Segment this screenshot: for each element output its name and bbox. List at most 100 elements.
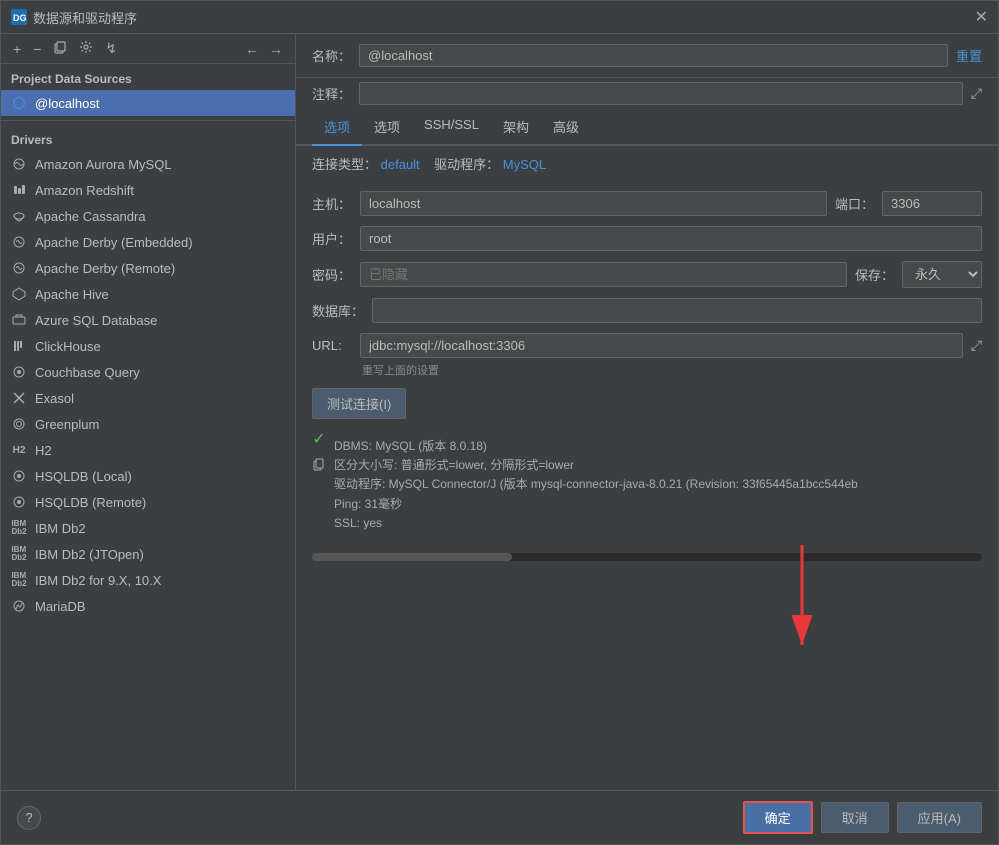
tab-options1[interactable]: 选项 — [312, 109, 362, 146]
url-input[interactable] — [360, 333, 963, 358]
driver-name: Apache Derby (Embedded) — [35, 235, 193, 250]
datasource-item-localhost[interactable]: @localhost — [1, 90, 295, 116]
driver-name: Apache Derby (Remote) — [35, 261, 175, 276]
host-label: 主机： — [312, 194, 352, 213]
driver-name: Apache Cassandra — [35, 209, 146, 224]
driver-item-ibm-db2-jtopen[interactable]: IBMDb2 IBM Db2 (JTOpen) — [1, 541, 295, 567]
tab-schema[interactable]: 架构 — [491, 109, 541, 146]
bottom-bar: ? 确定 取消 应用(A) — [1, 790, 998, 844]
cancel-button[interactable]: 取消 — [821, 802, 889, 833]
apply-button[interactable]: 应用(A) — [897, 802, 982, 833]
apache-derby-embedded-icon — [11, 234, 27, 250]
driver-name: IBM Db2 for 9.X, 10.X — [35, 573, 161, 588]
driver-name: ClickHouse — [35, 339, 101, 354]
connection-type-row: 连接类型： default 驱动程序： MySQL — [296, 146, 998, 181]
tab-advanced[interactable]: 高级 — [541, 109, 591, 146]
driver-item-h2[interactable]: H2 H2 — [1, 437, 295, 463]
amazon-aurora-icon — [11, 156, 27, 172]
driver-item-clickhouse[interactable]: ClickHouse — [1, 333, 295, 359]
apache-cassandra-icon — [11, 208, 27, 224]
title-bar: DG 数据源和驱动程序 ✕ — [1, 1, 998, 34]
note-row: 注释： ⤢ — [296, 78, 998, 109]
db-input[interactable] — [372, 298, 982, 323]
driver-item-exasol[interactable]: Exasol — [1, 385, 295, 411]
driver-name: Couchbase Query — [35, 365, 140, 380]
driver-item-ibm-db2-9x[interactable]: IBMDb2 IBM Db2 for 9.X, 10.X — [1, 567, 295, 593]
dialog-title: 数据源和驱动程序 — [33, 8, 975, 27]
content-area: 主机： 端口： 用户： 密码： 保存： 永久 — [296, 181, 998, 790]
close-button[interactable]: ✕ — [975, 7, 988, 27]
driver-item-apache-derby-embedded[interactable]: Apache Derby (Embedded) — [1, 229, 295, 255]
user-input[interactable] — [360, 226, 982, 251]
copy-button[interactable] — [49, 38, 71, 59]
name-input[interactable] — [359, 44, 948, 67]
driver-item-couchbase[interactable]: Couchbase Query — [1, 359, 295, 385]
datasource-name: @localhost — [35, 96, 100, 111]
apache-derby-remote-icon — [11, 260, 27, 276]
status-copy-icon — [312, 457, 326, 474]
help-button[interactable]: ? — [17, 806, 41, 830]
expand-button[interactable]: ⤢ — [971, 85, 982, 102]
tab-options2[interactable]: 选项 — [362, 109, 412, 146]
forward-button[interactable]: → — [265, 39, 287, 59]
driver-item-apache-derby-remote[interactable]: Apache Derby (Remote) — [1, 255, 295, 281]
driver-item-hsqldb-remote[interactable]: HSQLDB (Remote) — [1, 489, 295, 515]
host-row: 主机： 端口： — [312, 191, 982, 216]
couchbase-icon — [11, 364, 27, 380]
note-input[interactable] — [359, 82, 963, 105]
save-select[interactable]: 永久 — [902, 261, 982, 288]
more-button[interactable]: ↯ — [101, 38, 121, 59]
status-line-3: 驱动程序: MySQL Connector/J (版本 mysql-connec… — [334, 475, 858, 494]
name-row: 名称： 重置 — [296, 34, 998, 78]
driver-item-amazon-aurora[interactable]: Amazon Aurora MySQL — [1, 151, 295, 177]
hsqldb-remote-icon — [11, 494, 27, 510]
driver-item-ibm-db2[interactable]: IBMDb2 IBM Db2 — [1, 515, 295, 541]
driver-item-apache-hive[interactable]: Apache Hive — [1, 281, 295, 307]
driver-item-mariadb[interactable]: MariaDB — [1, 593, 295, 619]
divider — [1, 120, 295, 121]
amazon-redshift-icon — [11, 182, 27, 198]
remove-button[interactable]: − — [29, 39, 45, 59]
add-button[interactable]: + — [9, 39, 25, 59]
password-input[interactable] — [360, 262, 847, 287]
ibm-db2-jtopen-icon: IBMDb2 — [11, 546, 27, 562]
exasol-icon — [11, 390, 27, 406]
status-line-1: DBMS: MySQL (版本 8.0.18) — [334, 437, 858, 456]
reset-button[interactable]: 重置 — [956, 46, 982, 65]
tab-ssh-ssl[interactable]: SSH/SSL — [412, 109, 491, 146]
user-row: 用户： — [312, 226, 982, 251]
test-connection-button[interactable]: 测试连接(I) — [312, 388, 406, 419]
drivers-label: Drivers — [1, 125, 295, 151]
database-row: 数据库： — [312, 298, 982, 323]
url-expand-button[interactable]: ⤢ — [971, 337, 982, 354]
clickhouse-icon — [11, 338, 27, 354]
test-row: 测试连接(I) — [312, 388, 982, 419]
scrollbar-thumb[interactable] — [312, 553, 512, 561]
scrollbar-track[interactable] — [312, 553, 982, 561]
ok-button[interactable]: 确定 — [743, 801, 813, 834]
url-note: 重写上面的设置 — [362, 362, 439, 378]
driver-item-hsqldb-local[interactable]: HSQLDB (Local) — [1, 463, 295, 489]
driver-item-amazon-redshift[interactable]: Amazon Redshift — [1, 177, 295, 203]
driver-item-greenplum[interactable]: Greenplum — [1, 411, 295, 437]
app-icon: DG — [11, 9, 27, 25]
save-label: 保存： — [855, 265, 894, 284]
driver-name: IBM Db2 (JTOpen) — [35, 547, 144, 562]
port-input[interactable] — [882, 191, 982, 216]
status-text: DBMS: MySQL (版本 8.0.18) 区分大小写: 普通形式=lowe… — [334, 437, 858, 533]
driver-value[interactable]: MySQL — [503, 157, 546, 172]
settings-button[interactable] — [75, 38, 97, 59]
scrollbar-area — [312, 553, 982, 561]
driver-name: Azure SQL Database — [35, 313, 157, 328]
sidebar: + − ↯ ← → — [1, 34, 296, 790]
status-line-5: SSL: yes — [334, 514, 858, 533]
connection-type-value[interactable]: default — [381, 157, 420, 172]
driver-item-azure-sql[interactable]: Azure SQL Database — [1, 307, 295, 333]
greenplum-icon — [11, 416, 27, 432]
back-button[interactable]: ← — [241, 39, 263, 59]
host-input[interactable] — [360, 191, 827, 216]
driver-name: HSQLDB (Local) — [35, 469, 132, 484]
status-check-icon: ✓ — [312, 429, 325, 449]
driver-item-apache-cassandra[interactable]: Apache Cassandra — [1, 203, 295, 229]
driver-name: Greenplum — [35, 417, 99, 432]
